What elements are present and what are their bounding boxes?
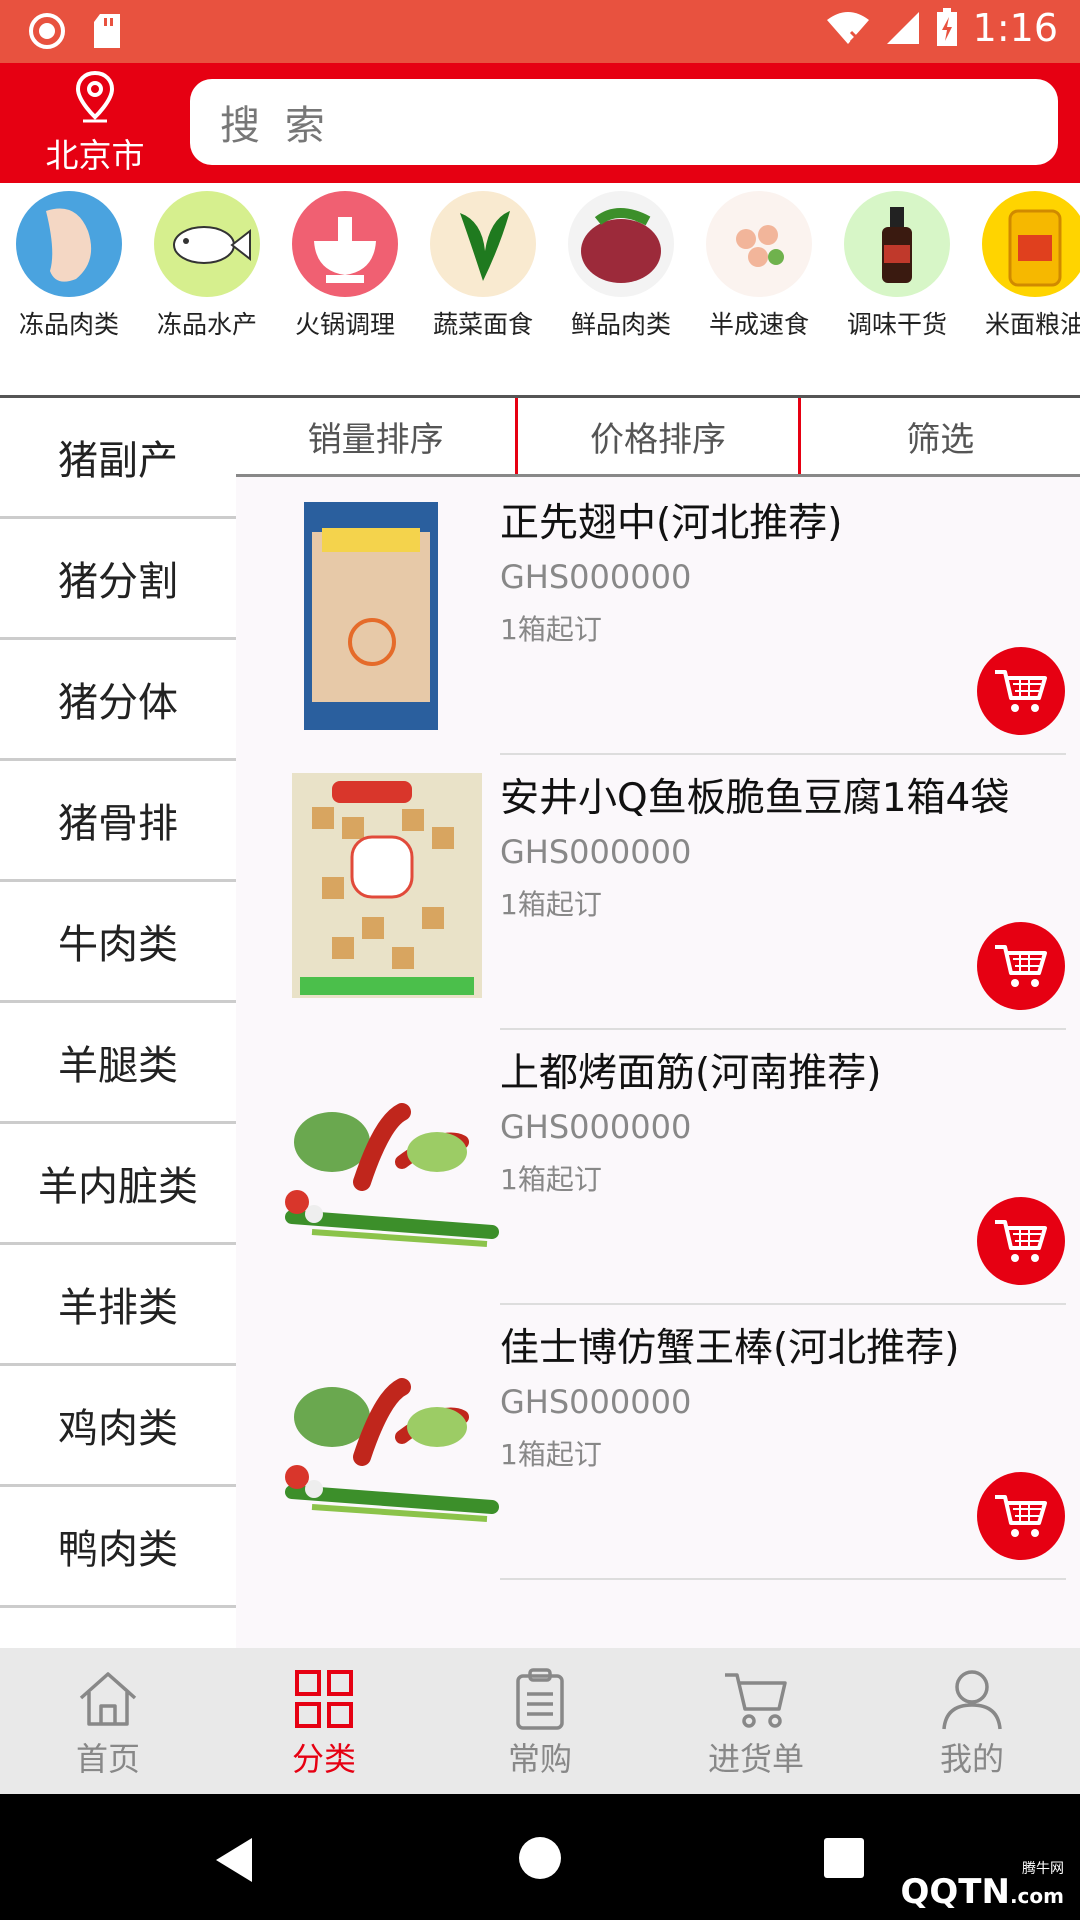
- watermark-logo: QQTN.com 腾牛网: [900, 1861, 1064, 1912]
- frozen-meat-icon: [16, 191, 122, 297]
- product-item[interactable]: 正先翅中(河北推荐) GHS000000 1箱起订: [236, 480, 1080, 755]
- add-to-cart-button[interactable]: [977, 922, 1065, 1010]
- home-icon: [79, 1672, 137, 1726]
- sidebar-item-pork-carcass[interactable]: 猪分体: [0, 640, 236, 761]
- add-to-cart-button[interactable]: [977, 647, 1065, 735]
- cart-icon: [995, 670, 1047, 712]
- tab-purchase-cart[interactable]: 进货单: [648, 1648, 864, 1794]
- product-item[interactable]: 佳士博仿蟹王棒(河北推荐) GHS000000 1箱起订: [236, 1305, 1080, 1580]
- location-pin-icon: [75, 70, 115, 123]
- hotpot-icon: [292, 191, 398, 297]
- category-grain-oil[interactable]: 米面粮油: [966, 191, 1080, 341]
- product-item[interactable]: 安井小Q鱼板脆鱼豆腐1箱4袋 GHS000000 1箱起订: [236, 755, 1080, 1030]
- product-code: GHS000000: [500, 833, 692, 871]
- sidebar-item-lamb-ribs[interactable]: 羊排类: [0, 1245, 236, 1366]
- sidebar-item-pork-cuts[interactable]: 猪分割: [0, 519, 236, 640]
- bottom-tab-bar: 首页 分类 常购 进货单 我的: [0, 1648, 1080, 1794]
- product-image-chicken-wings: [252, 492, 502, 732]
- city-label: 北京市: [45, 136, 145, 175]
- shrimp-icon: [706, 191, 812, 297]
- product-name[interactable]: 正先翅中(河北推荐): [500, 492, 842, 548]
- row-divider: [500, 1578, 1066, 1580]
- product-name[interactable]: 佳士博仿蟹王棒(河北推荐): [500, 1317, 959, 1373]
- cart-icon: [995, 1495, 1047, 1537]
- sidebar-item-chicken[interactable]: 鸡肉类: [0, 1366, 236, 1487]
- product-list: 正先翅中(河北推荐) GHS000000 1箱起订 安井小Q鱼板脆鱼豆腐1箱4袋…: [236, 480, 1080, 1648]
- category-fresh-meat[interactable]: 鲜品肉类: [552, 191, 690, 341]
- back-icon[interactable]: [212, 1836, 256, 1884]
- category-carousel: 冻品肉类 冻品水产 火锅调理 蔬菜面食 鲜品肉类 半成速食 调味干货 米面粮油: [0, 183, 1080, 395]
- sidebar-item-lamb-offal[interactable]: 羊内脏类: [0, 1124, 236, 1245]
- product-min-order: 1箱起订: [500, 613, 602, 646]
- sidebar-item-duck[interactable]: 鸭肉类: [0, 1487, 236, 1608]
- product-name[interactable]: 上都烤面筋(河南推荐): [500, 1042, 881, 1098]
- battery-icon: [936, 8, 957, 46]
- search-input[interactable]: 搜 索: [190, 79, 1058, 165]
- product-min-order: 1箱起订: [500, 1163, 602, 1196]
- cart-icon: [995, 945, 1047, 987]
- add-to-cart-button[interactable]: [977, 1472, 1065, 1560]
- tab-category[interactable]: 分类: [216, 1648, 432, 1794]
- status-time: 1:16: [972, 6, 1058, 50]
- signal-icon: [886, 12, 919, 44]
- sort-bar: 销量排序 价格排序 筛选: [236, 398, 1080, 477]
- category-frozen-seafood[interactable]: 冻品水产: [138, 191, 276, 341]
- tab-frequent[interactable]: 常购: [432, 1648, 648, 1794]
- cart-icon: [725, 1673, 787, 1728]
- home-circle-icon[interactable]: [518, 1836, 562, 1880]
- subcategory-sidebar: 猪副产 猪分割 猪分体 猪骨排 牛肉类 羊腿类 羊内脏类 羊排类 鸡肉类 鸭肉类: [0, 398, 236, 1648]
- product-item[interactable]: 上都烤面筋(河南推荐) GHS000000 1箱起订: [236, 1030, 1080, 1305]
- search-placeholder: 搜 索: [220, 103, 331, 149]
- product-image-vegetables: [252, 1317, 502, 1557]
- sauce-bottle-icon: [844, 191, 950, 297]
- category-frozen-meat[interactable]: 冻品肉类: [0, 191, 138, 341]
- vegetable-icon: [430, 191, 536, 297]
- category-seasoning[interactable]: 调味干货: [828, 191, 966, 341]
- system-nav-bar: QQTN.com 腾牛网: [0, 1794, 1080, 1920]
- tab-mine[interactable]: 我的: [864, 1648, 1080, 1794]
- sidebar-item-pork-ribs[interactable]: 猪骨排: [0, 761, 236, 882]
- product-code: GHS000000: [500, 1383, 692, 1421]
- product-min-order: 1箱起订: [500, 888, 602, 921]
- category-vegetables[interactable]: 蔬菜面食: [414, 191, 552, 341]
- fish-icon: [154, 191, 260, 297]
- sort-by-sales-button[interactable]: 销量排序: [236, 398, 515, 474]
- product-image-vegetables: [252, 1042, 502, 1282]
- clipboard-icon: [516, 1668, 564, 1730]
- tab-home[interactable]: 首页: [0, 1648, 216, 1794]
- header: 北京市 搜 索: [0, 63, 1080, 183]
- sidebar-item-lamb-leg[interactable]: 羊腿类: [0, 1003, 236, 1124]
- sidebar-item-beef[interactable]: 牛肉类: [0, 882, 236, 1003]
- recents-icon[interactable]: [824, 1838, 864, 1878]
- sidebar-item-pork-byproducts[interactable]: 猪副产: [0, 398, 236, 519]
- status-bar: 1:16: [0, 0, 1080, 63]
- fresh-meat-icon: [568, 191, 674, 297]
- add-to-cart-button[interactable]: [977, 1197, 1065, 1285]
- category-hotpot[interactable]: 火锅调理: [276, 191, 414, 341]
- product-code: GHS000000: [500, 558, 692, 596]
- sort-by-price-button[interactable]: 价格排序: [515, 398, 797, 474]
- category-grid-icon: [295, 1670, 353, 1728]
- record-icon: [29, 13, 65, 49]
- location-selector[interactable]: 北京市: [30, 69, 160, 177]
- oil-bottle-icon: [982, 191, 1080, 297]
- product-min-order: 1箱起订: [500, 1438, 602, 1471]
- wifi-icon: [826, 12, 869, 44]
- product-name[interactable]: 安井小Q鱼板脆鱼豆腐1箱4袋: [500, 767, 1009, 823]
- product-code: GHS000000: [500, 1108, 692, 1146]
- category-semi-finished[interactable]: 半成速食: [690, 191, 828, 341]
- user-icon: [942, 1670, 1002, 1730]
- product-image-fish-tofu: [252, 767, 502, 1007]
- sd-card-icon: [94, 14, 120, 48]
- cart-icon: [995, 1220, 1047, 1262]
- filter-button[interactable]: 筛选: [797, 398, 1080, 474]
